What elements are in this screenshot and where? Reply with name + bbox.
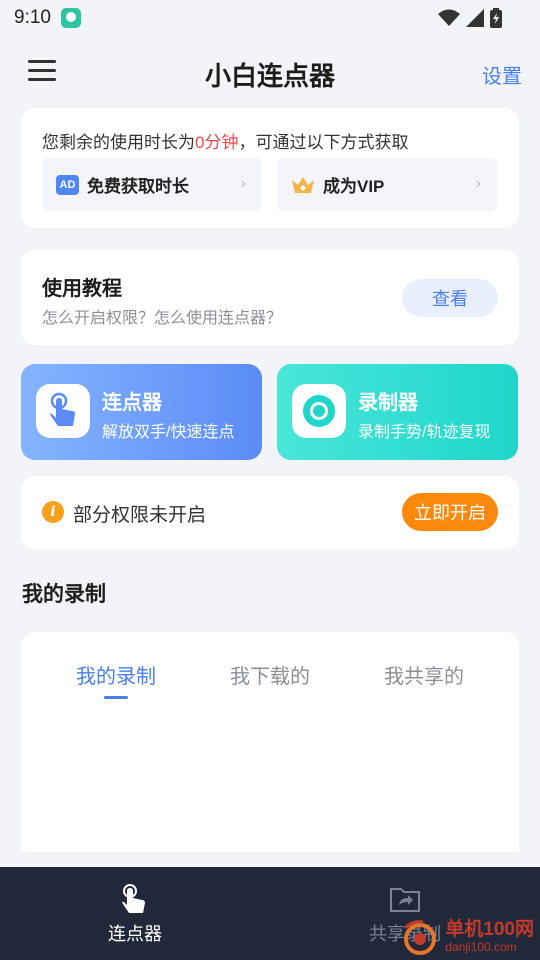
- free-time-button[interactable]: AD 免费获取时长 ›: [42, 158, 262, 211]
- record-icon: [292, 384, 346, 438]
- page-title: 小白连点器: [204, 61, 335, 91]
- shared-folder-icon: [390, 888, 420, 912]
- clicker-tile[interactable]: 连点器 解放双手/快速连点: [21, 364, 262, 460]
- status-time: 9:10: [14, 7, 51, 28]
- tutorial-subtitle: 怎么开启权限？怎么使用连点器？: [42, 310, 283, 327]
- watermark-name: 单机100网: [445, 919, 534, 940]
- app-header: 小白连点器 设置: [0, 44, 540, 100]
- recorder-tile[interactable]: 录制器 录制手势/轨迹复现: [277, 364, 518, 460]
- become-vip-button[interactable]: 成为VIP ›: [277, 158, 497, 211]
- tab-my-recordings[interactable]: 我的录制: [56, 660, 176, 689]
- ad-icon: AD: [56, 174, 79, 195]
- active-tab-indicator: [104, 696, 128, 699]
- tap-hand-icon: [122, 884, 145, 913]
- clicker-subtitle: 解放双手/快速连点: [102, 424, 235, 441]
- remaining-time-text: 您剩余的使用时长为0分钟，可通过以下方式获取: [42, 128, 408, 153]
- watermark-logo-icon: [404, 920, 437, 955]
- chevron-right-icon: ›: [475, 175, 481, 192]
- section-title: 我的录制: [22, 583, 106, 606]
- tap-hand-icon: [36, 384, 90, 438]
- nav-label-clicker: 连点器: [108, 924, 162, 944]
- status-indicators: [438, 8, 502, 28]
- crown-icon: [292, 176, 314, 193]
- permission-card: i 部分权限未开启 立即开启: [21, 476, 519, 549]
- become-vip-label: 成为VIP: [323, 177, 385, 196]
- wifi-icon: [438, 9, 460, 26]
- nav-item-clicker[interactable]: 连点器: [0, 867, 270, 960]
- view-tutorial-button[interactable]: 查看: [402, 279, 498, 317]
- chevron-right-icon: ›: [240, 175, 246, 192]
- tutorial-title: 使用教程: [42, 278, 122, 300]
- status-bar: 9:10: [0, 0, 540, 36]
- watermark-text: 单机100网 danji100.com: [445, 919, 534, 955]
- clicker-title: 连点器: [102, 392, 162, 414]
- signal-icon: [466, 9, 484, 27]
- battery-icon: [490, 8, 502, 28]
- info-icon: i: [42, 501, 64, 523]
- watermark-url: danji100.com: [445, 940, 517, 954]
- watermark: 单机100网 danji100.com: [399, 918, 534, 956]
- tab-my-shared[interactable]: 我共享的: [364, 660, 484, 689]
- free-time-label: 免费获取时长: [87, 177, 189, 196]
- recorder-subtitle: 录制手势/轨迹复现: [358, 424, 491, 441]
- enable-now-button[interactable]: 立即开启: [402, 493, 498, 531]
- recorder-title: 录制器: [358, 392, 418, 414]
- remaining-time-card: 您剩余的使用时长为0分钟，可通过以下方式获取 AD 免费获取时长 › 成为VIP…: [21, 108, 519, 228]
- recordings-card: 我的录制 我下载的 我共享的: [21, 632, 519, 852]
- settings-button[interactable]: 设置: [482, 60, 522, 89]
- remaining-value: 0分钟: [195, 133, 239, 152]
- remaining-prefix: 您剩余的使用时长为: [42, 133, 195, 152]
- app-notification-icon: [60, 8, 81, 28]
- tab-my-downloads[interactable]: 我下载的: [210, 660, 330, 689]
- remaining-suffix: ，可通过以下方式获取: [238, 133, 409, 152]
- permission-text: 部分权限未开启: [73, 505, 207, 526]
- tutorial-card: 使用教程 怎么开启权限？怎么使用连点器？ 查看: [21, 250, 519, 345]
